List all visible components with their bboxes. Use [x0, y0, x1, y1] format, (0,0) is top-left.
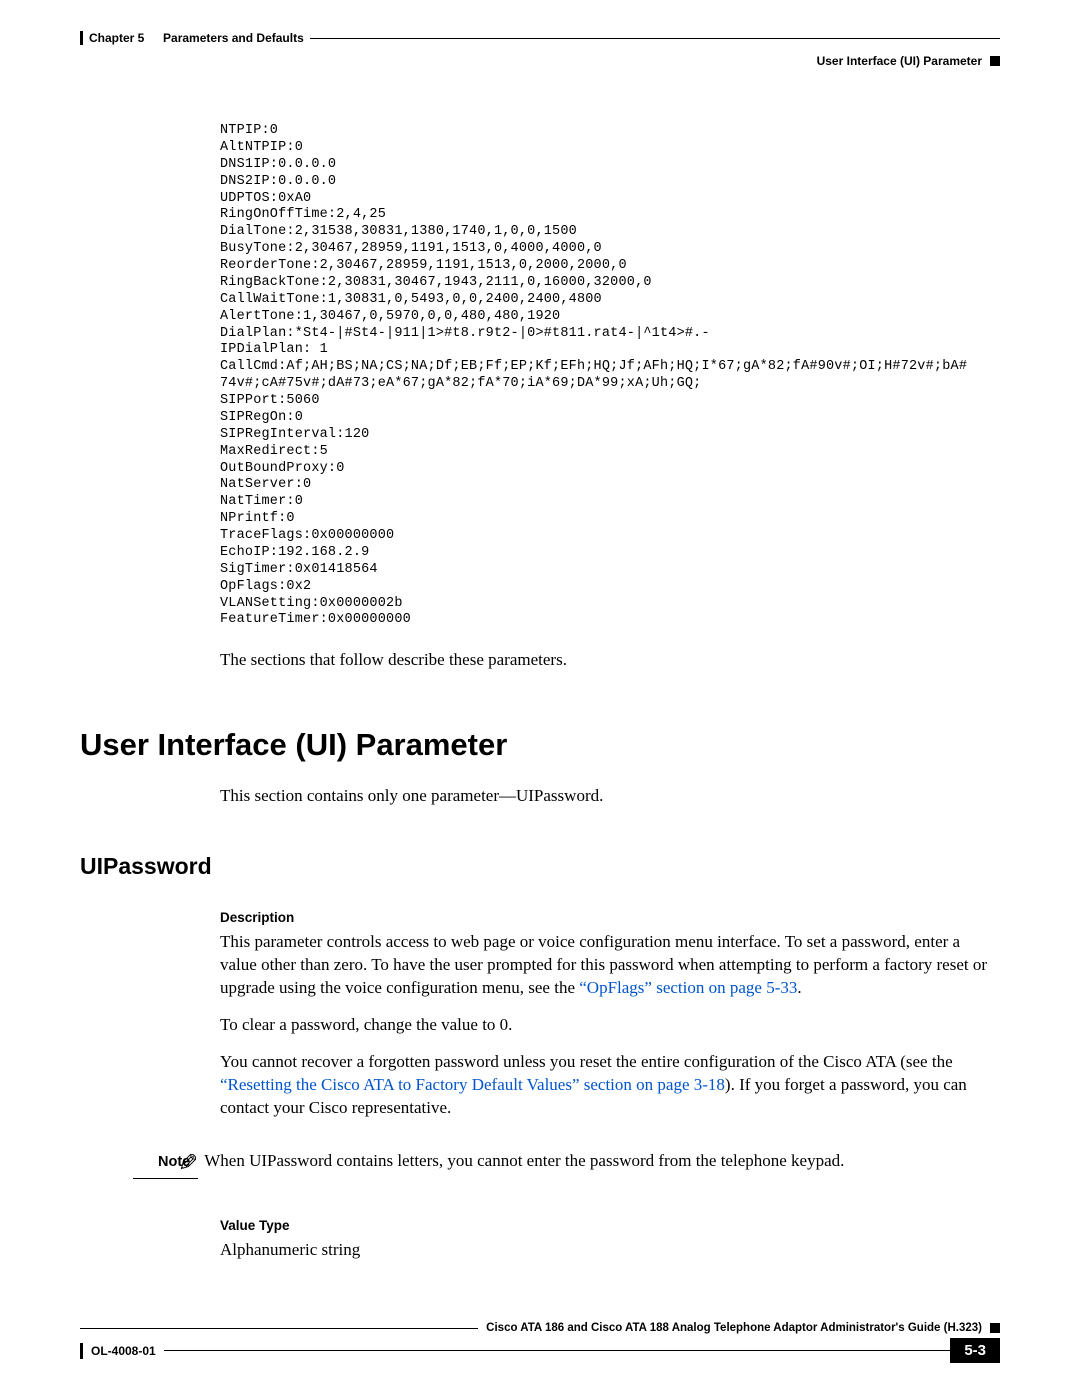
opflags-link[interactable]: “OpFlags” section on page 5-33	[579, 978, 797, 997]
footer-top-rule	[80, 1328, 478, 1329]
pencil-icon: ✎	[178, 1152, 198, 1176]
chapter-header: Chapter 5 Parameters and Defaults	[80, 30, 1000, 46]
chapter-number: Chapter 5	[89, 31, 144, 45]
footer-doc-id: OL-4008-01	[91, 1344, 156, 1358]
note-icon-cell: ✎	[80, 1150, 220, 1184]
value-type: Alphanumeric string	[220, 1239, 1000, 1262]
header-hrule	[310, 38, 1000, 39]
section-title: User Interface (UI) Parameter	[80, 727, 1000, 763]
uipassword-p3: You cannot recover a forgotten password …	[220, 1051, 1000, 1120]
intro-after-code: The sections that follow describe these …	[220, 649, 1000, 672]
section-intro: This section contains only one parameter…	[220, 785, 1000, 808]
header-square-icon	[990, 56, 1000, 66]
running-section-title: User Interface (UI) Parameter	[817, 54, 982, 68]
uipassword-p1: This parameter controls access to web pa…	[220, 931, 1000, 1000]
page-number: 5-3	[950, 1338, 1000, 1363]
uipassword-p2: To clear a password, change the value to…	[220, 1014, 1000, 1037]
config-code-block: NTPIP:0 AltNTPIP:0 DNS1IP:0.0.0.0 DNS2IP…	[220, 123, 1000, 629]
footer-square-icon	[990, 1323, 1000, 1333]
footer-bottom-rule	[164, 1350, 951, 1351]
description-label: Description	[220, 910, 1000, 925]
factory-reset-link[interactable]: “Resetting the Cisco ATA to Factory Defa…	[220, 1075, 725, 1094]
value-type-label: Value Type	[220, 1218, 1000, 1233]
header-rule-left	[80, 31, 83, 45]
chapter-title: Parameters and Defaults	[163, 31, 304, 45]
note-block: ✎ Note When UIPassword contains letters,…	[80, 1150, 1000, 1184]
uipassword-p3-text-a: You cannot recover a forgotten password …	[220, 1052, 953, 1071]
uipassword-title: UIPassword	[80, 853, 1000, 880]
note-rule	[133, 1178, 198, 1180]
footer-vrule	[80, 1343, 83, 1359]
page-footer: Cisco ATA 186 and Cisco ATA 188 Analog T…	[80, 1322, 1000, 1363]
running-section-header: User Interface (UI) Parameter	[80, 54, 1000, 68]
uipassword-p1-text-b: .	[797, 978, 801, 997]
footer-guide-title: Cisco ATA 186 and Cisco ATA 188 Analog T…	[486, 1322, 982, 1334]
note-text: When UIPassword contains letters, you ca…	[204, 1150, 1000, 1173]
